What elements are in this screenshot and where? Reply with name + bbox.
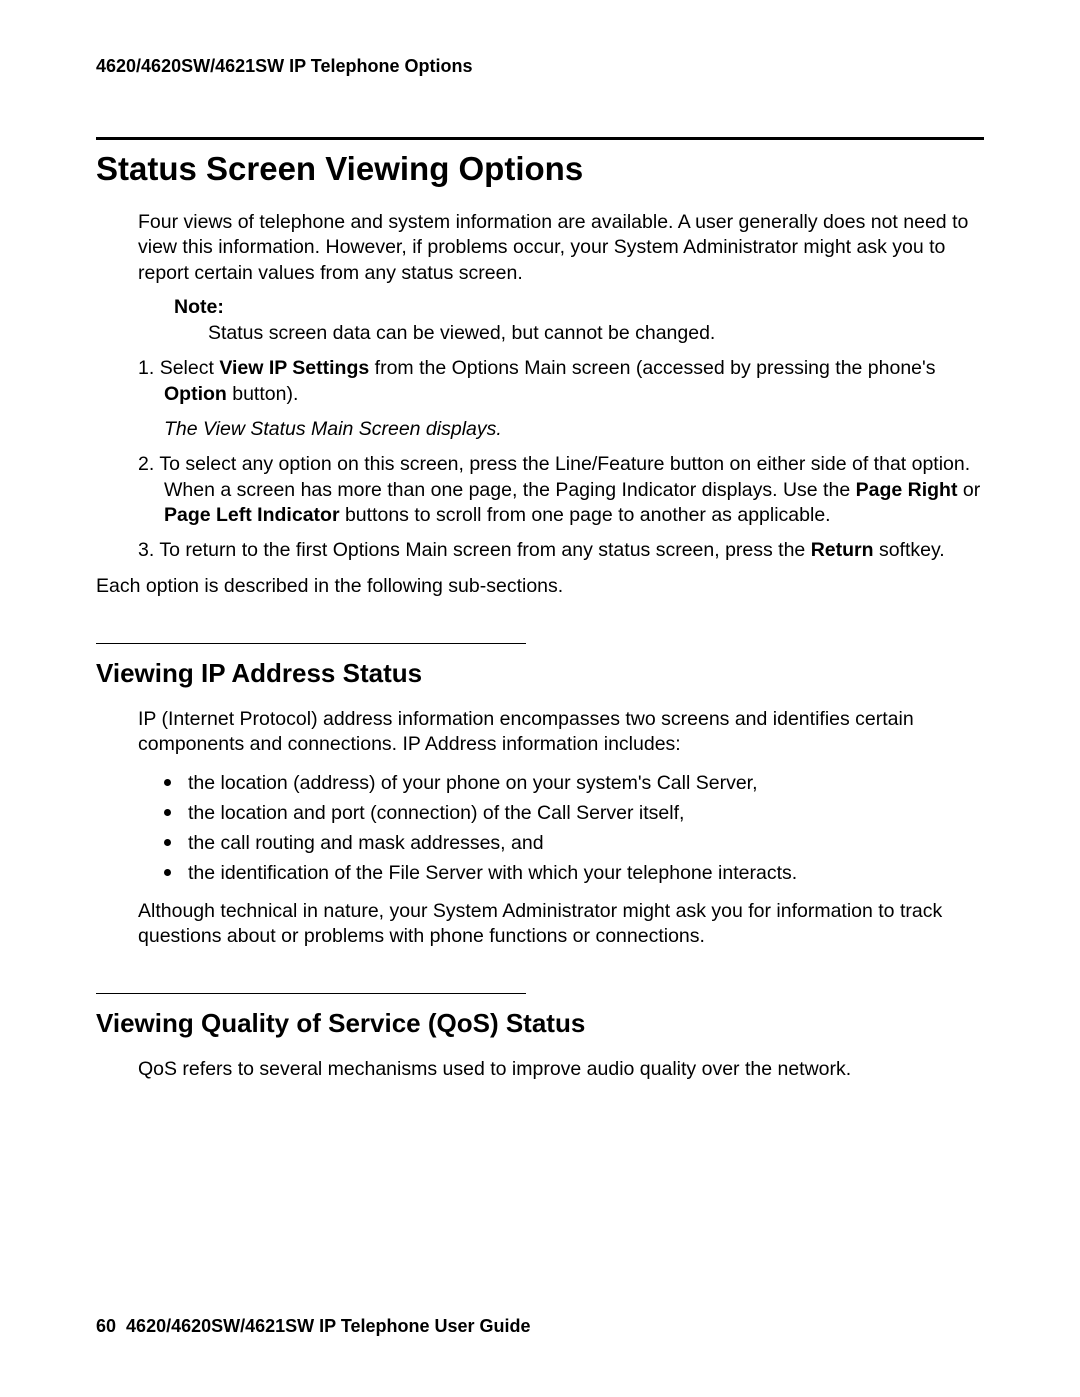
subsection-rule — [96, 643, 526, 644]
step-text: To return to the first Options Main scre… — [159, 539, 810, 561]
steps-list: 1. Select View IP Settings from the Opti… — [138, 356, 984, 407]
intro-paragraph: Four views of telephone and system infor… — [138, 210, 984, 286]
ui-label-view-ip-settings: View IP Settings — [219, 357, 369, 379]
list-item: the location (address) of your phone on … — [164, 768, 984, 798]
step-number: 3. — [138, 539, 159, 561]
footer-title: 4620/4620SW/4621SW IP Telephone User Gui… — [126, 1316, 531, 1336]
step-text: To select any option on this screen, pre… — [159, 453, 970, 500]
ui-label-return: Return — [811, 539, 874, 561]
step-3: 3. To return to the first Options Main s… — [138, 538, 984, 563]
closing-paragraph: Although technical in nature, your Syste… — [138, 899, 984, 950]
step-text: buttons to scroll from one page to anoth… — [340, 504, 831, 526]
ui-label-option: Option — [164, 383, 227, 405]
list-item: the identification of the File Server wi… — [164, 858, 984, 888]
step-2: 2. To select any option on this screen, … — [138, 452, 984, 528]
step-text: button). — [227, 383, 299, 405]
page-footer: 60 4620/4620SW/4621SW IP Telephone User … — [96, 1316, 531, 1337]
step-result: The View Status Main Screen displays. — [164, 417, 984, 442]
heading-viewing-qos-status: Viewing Quality of Service (QoS) Status — [96, 1008, 984, 1039]
running-header: 4620/4620SW/4621SW IP Telephone Options — [96, 56, 984, 77]
heading-viewing-ip-address-status: Viewing IP Address Status — [96, 658, 984, 689]
step-text: from the Options Main screen (accessed b… — [369, 357, 935, 379]
list-item: the call routing and mask addresses, and — [164, 828, 984, 858]
heading-status-screen-viewing-options: Status Screen Viewing Options — [96, 150, 984, 188]
note-label: Note: — [174, 296, 984, 319]
bullet-list: the location (address) of your phone on … — [164, 768, 984, 889]
steps-list: 2. To select any option on this screen, … — [138, 452, 984, 563]
subsection-rule — [96, 993, 526, 994]
step-text: Select — [160, 357, 220, 379]
step-number: 1. — [138, 357, 160, 379]
step-number: 2. — [138, 453, 159, 475]
ui-label-page-left-indicator: Page Left Indicator — [164, 504, 340, 526]
intro-paragraph: IP (Internet Protocol) address informati… — [138, 707, 984, 758]
intro-paragraph: QoS refers to several mechanisms used to… — [138, 1057, 984, 1082]
section-rule — [96, 137, 984, 140]
page-number: 60 — [96, 1316, 116, 1336]
step-1: 1. Select View IP Settings from the Opti… — [138, 356, 984, 407]
page: 4620/4620SW/4621SW IP Telephone Options … — [0, 0, 1080, 1397]
step-text: softkey. — [874, 539, 945, 561]
list-item: the location and port (connection) of th… — [164, 798, 984, 828]
ui-label-page-right: Page Right — [856, 479, 958, 501]
note-text: Status screen data can be viewed, but ca… — [208, 321, 984, 346]
closing-paragraph: Each option is described in the followin… — [96, 574, 984, 599]
step-text: or — [957, 479, 980, 501]
